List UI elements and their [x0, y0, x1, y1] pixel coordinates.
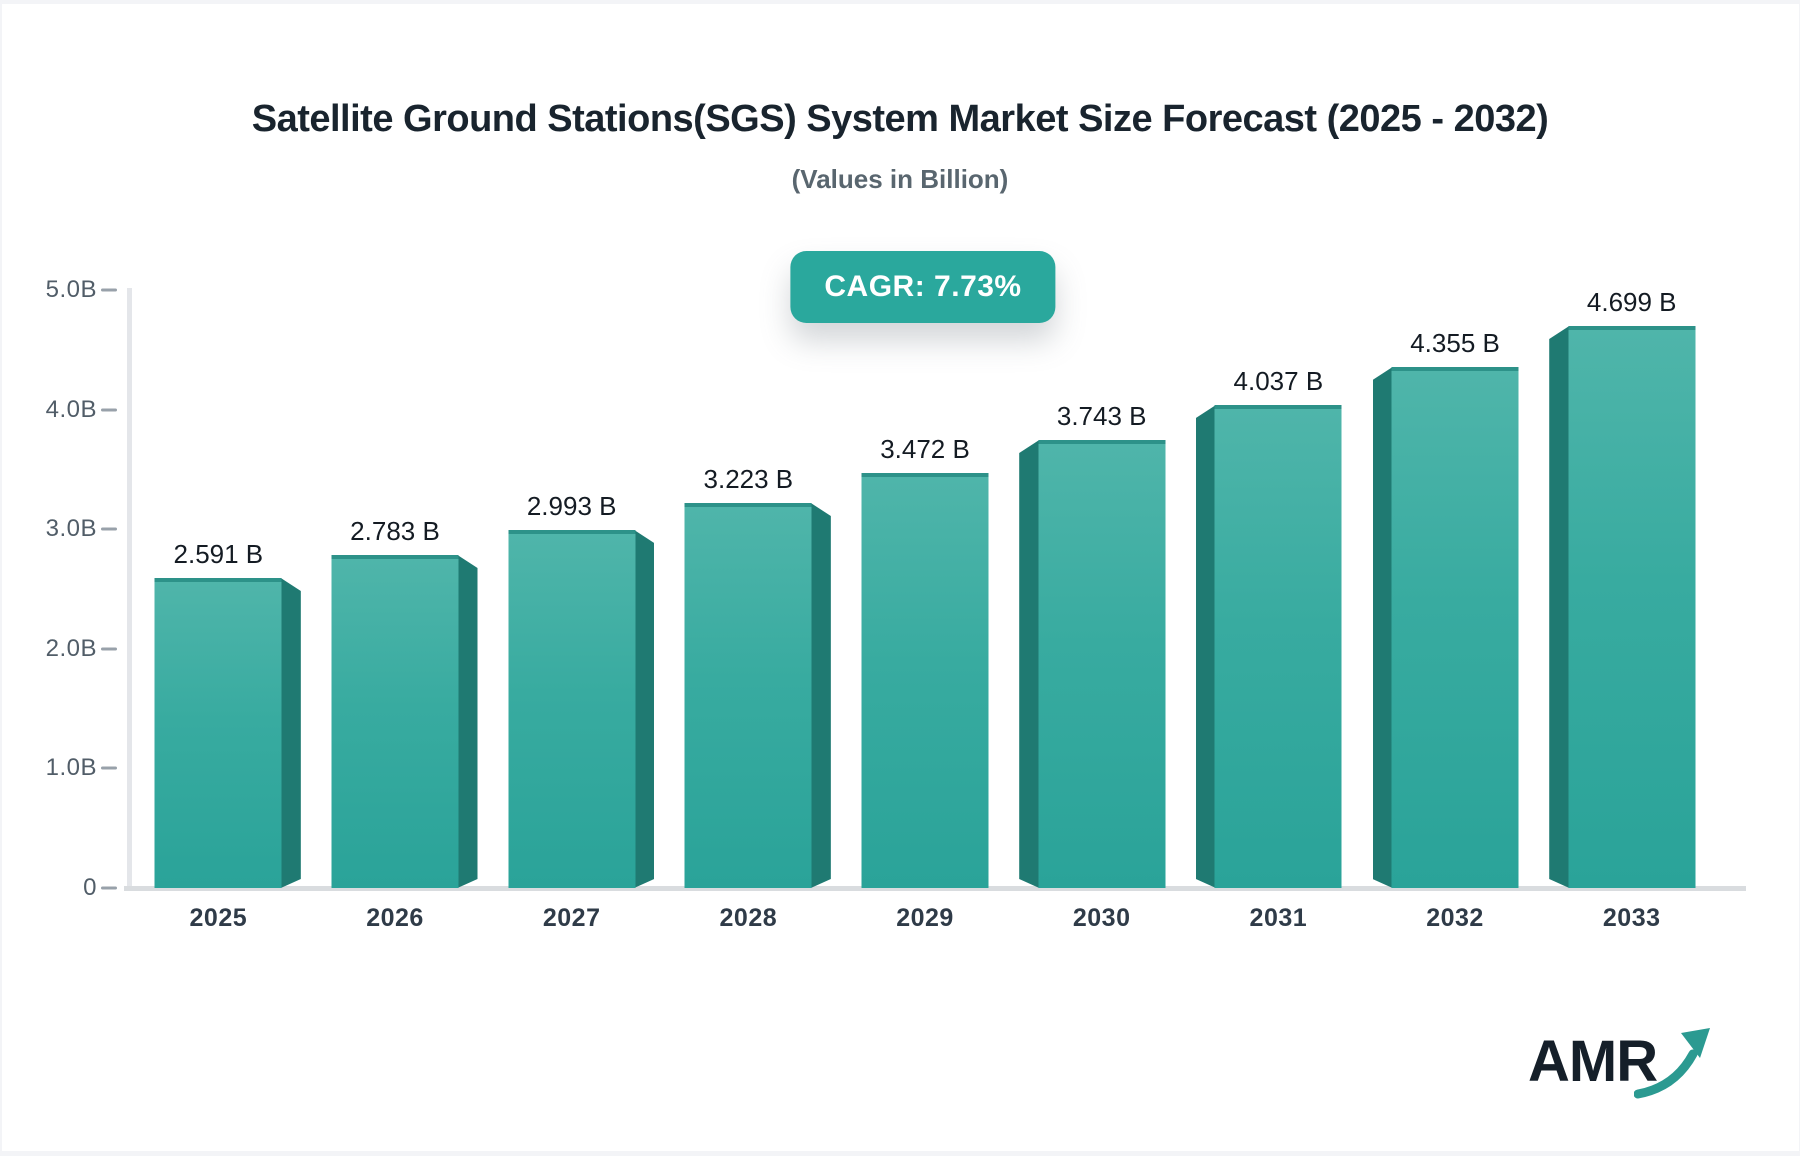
y-tick-dash [101, 886, 117, 890]
bar-value-label: 2.993 B [526, 491, 617, 521]
y-tick-label: 5.0B [45, 276, 97, 303]
x-axis-labels: 2025 2026 2027 2028 2029 2030 2031 2032 2033 [130, 904, 1720, 946]
bar [684, 503, 812, 888]
bar [861, 473, 989, 888]
bar-slot: 2.993 B [483, 288, 660, 888]
y-tick-label: 2.0B [45, 634, 97, 662]
bar [1391, 367, 1519, 888]
bar-side-face [458, 555, 478, 888]
bar-slot: 2.783 B [307, 288, 484, 888]
bar-value-label: 2.591 B [173, 539, 264, 569]
x-axis-label: 2028 [719, 904, 778, 932]
bar [1038, 440, 1166, 888]
bar-slot: 4.699 B [1543, 287, 1720, 888]
y-tick-label: 4.0B [45, 395, 97, 423]
y-tick-dash [101, 647, 117, 651]
bar [508, 530, 636, 888]
bar-value-label: 3.472 B [880, 434, 970, 464]
bar [1568, 326, 1696, 888]
bar-value-label: 2.783 B [350, 516, 440, 546]
y-tick-dash [101, 408, 117, 412]
x-axis-label: 2033 [1602, 904, 1661, 932]
x-axis-label: 2026 [366, 904, 424, 932]
bar-slot: 4.037 B [1190, 288, 1367, 888]
bar-value-label: 4.699 B [1586, 287, 1677, 317]
bar-value-label: 4.037 B [1233, 366, 1324, 396]
bar-slot: 3.743 B [1013, 288, 1190, 888]
y-tick-label: 3.0B [45, 515, 97, 543]
bar-side-face [1549, 326, 1569, 888]
bars-area: 2.591 B 2.783 B 2.993 B 3.223 B 3.472 B 3.743… [130, 287, 1720, 888]
bar-slot: 3.472 B [837, 288, 1014, 888]
x-axis-label: 2032 [1426, 904, 1484, 932]
x-axis-label: 2031 [1249, 904, 1308, 932]
bar-side-face [634, 530, 654, 888]
bar-side-face [1373, 367, 1393, 888]
y-tick-dash [101, 527, 117, 531]
bar [1214, 405, 1342, 888]
bar-side-face [1196, 405, 1216, 888]
y-tick-dash [101, 766, 117, 770]
y-tick-label: 0 [83, 874, 97, 901]
bar [154, 578, 282, 888]
amr-logo: AMR [1528, 1028, 1728, 1108]
x-axis-label: 2027 [542, 904, 601, 932]
bar-value-label: 4.355 B [1410, 328, 1500, 358]
growth-arrow-icon [1634, 1028, 1710, 1099]
y-tick-dash [101, 288, 117, 292]
chart-subtitle: (Values in Billion) [791, 164, 1009, 194]
bar-side-face [811, 503, 831, 888]
chart-canvas: Satellite Ground Stations(SGS) System Ma… [0, 0, 1800, 1156]
bar-slot: 4.355 B [1367, 288, 1544, 888]
x-axis-label: 2030 [1072, 904, 1131, 932]
bar-slot: 3.223 B [660, 288, 837, 888]
page-title: Satellite Ground Stations(SGS) System Ma… [251, 98, 1549, 140]
bar-slot: 2.591 B [130, 288, 307, 888]
bar-side-face [281, 578, 301, 888]
bar-side-face [1019, 440, 1039, 888]
bar-value-label: 3.743 B [1056, 401, 1147, 431]
x-axis-label: 2025 [189, 904, 248, 932]
bar [331, 555, 459, 888]
x-axis-label: 2029 [896, 904, 954, 932]
bar-value-label: 3.223 B [703, 464, 794, 494]
y-tick-label: 1.0B [45, 754, 97, 782]
